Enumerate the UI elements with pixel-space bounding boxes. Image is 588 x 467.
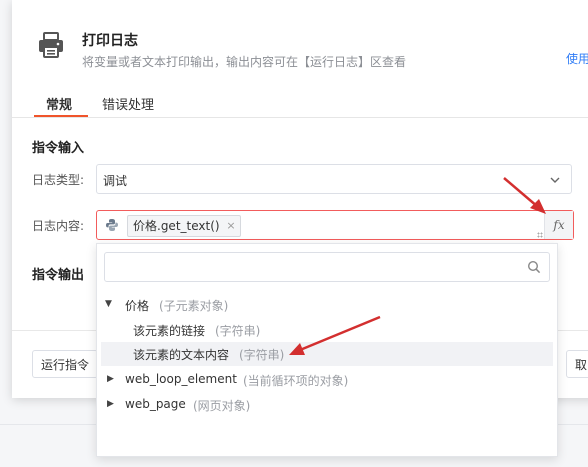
caret-right-icon[interactable]: ▶ bbox=[107, 399, 114, 409]
tree-item-type: (子元素对象) bbox=[159, 299, 229, 313]
log-type-select[interactable]: 调试 bbox=[96, 164, 572, 194]
log-type-label: 日志类型: bbox=[32, 173, 85, 187]
variable-tag[interactable]: 价格.get_text() × bbox=[127, 215, 241, 237]
run-instruction-button[interactable]: 运行指令 bbox=[32, 350, 99, 378]
dialog-title: 打印日志 bbox=[82, 33, 138, 49]
resize-grip[interactable] bbox=[537, 232, 543, 238]
log-type-value: 调试 bbox=[103, 174, 128, 188]
variable-tag-label: 价格.get_text() bbox=[133, 219, 220, 233]
chevron-down-icon bbox=[550, 177, 560, 183]
log-content-label: 日志内容: bbox=[32, 219, 85, 233]
active-tab-indicator bbox=[34, 115, 88, 117]
tree-item-name: web_page bbox=[125, 397, 186, 411]
variable-search-input[interactable] bbox=[104, 252, 550, 282]
tab-error-handling[interactable]: 错误处理 bbox=[102, 94, 154, 113]
tree-item-web-loop-element[interactable]: ▶ web_loop_element (当前循环项的对象) bbox=[97, 368, 557, 392]
search-icon bbox=[527, 260, 541, 274]
tree-item-element-link[interactable]: 该元素的链接 (字符串) bbox=[97, 318, 557, 342]
close-icon[interactable]: × bbox=[226, 216, 235, 236]
tree-item-name: web_loop_element bbox=[125, 372, 237, 386]
help-link[interactable]: 使用 bbox=[566, 50, 588, 67]
tree-item-name: 该元素的文本内容 bbox=[133, 348, 230, 362]
tree-item-web-page[interactable]: ▶ web_page (网页对象) bbox=[97, 393, 557, 417]
tree-item-type: (当前循环项的对象) bbox=[243, 374, 349, 388]
log-content-input[interactable]: 价格.get_text() × fx bbox=[96, 210, 574, 240]
cancel-button[interactable]: 取 bbox=[566, 350, 588, 378]
tree-item-type: (字符串) bbox=[215, 324, 261, 338]
variable-picker-popup: ▼ 价格 (子元素对象) 该元素的链接 (字符串) 该元素的文本内容 (字符串)… bbox=[96, 243, 558, 457]
tree-item-price[interactable]: ▼ 价格 (子元素对象) bbox=[97, 293, 557, 317]
tree-item-type: (字符串) bbox=[239, 348, 285, 362]
tree-item-name: 该元素的链接 bbox=[133, 324, 206, 338]
tab-general[interactable]: 常规 bbox=[46, 94, 72, 113]
tree-item-type: (网页对象) bbox=[193, 399, 251, 413]
caret-down-icon[interactable]: ▼ bbox=[105, 299, 112, 309]
dialog-subtitle: 将变量或者文本打印输出，输出内容可在【运行日志】区查看 bbox=[82, 55, 407, 69]
section-input-title: 指令输入 bbox=[32, 141, 85, 156]
tree-item-element-text[interactable]: 该元素的文本内容 (字符串) bbox=[101, 342, 553, 366]
caret-right-icon[interactable]: ▶ bbox=[107, 374, 114, 384]
tab-bar: 常规 错误处理 bbox=[12, 87, 588, 118]
printer-icon bbox=[39, 32, 63, 58]
section-output-title: 指令输出 bbox=[32, 268, 85, 283]
python-icon bbox=[106, 219, 118, 231]
fx-button[interactable]: fx bbox=[544, 211, 573, 239]
tree-item-name: 价格 bbox=[125, 299, 150, 313]
